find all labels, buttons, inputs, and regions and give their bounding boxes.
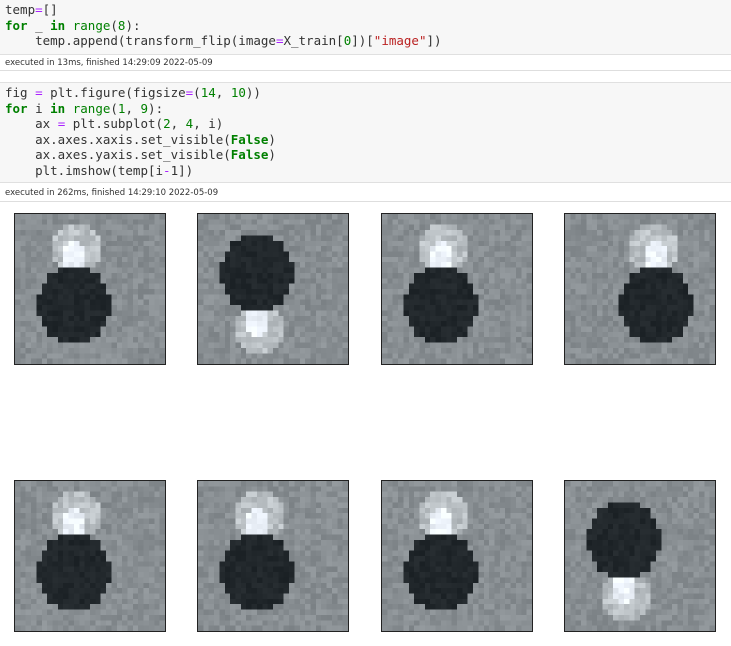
code-token: = [35,85,43,100]
code-token: ): [125,17,141,33]
subplot-image-1 [14,213,166,365]
code-token: )) [245,85,261,100]
code-token: ( [110,100,118,116]
code-token: 10 [230,85,246,100]
code-line: temp.append(transform_flip(image=X_train… [5,33,442,49]
code-line: fig = plt.figure(figsize=(14, 10)) [5,85,261,101]
code-token: ax [5,116,58,131]
code-token: range [72,17,111,33]
code-line: ax.axes.yaxis.set_visible(False) [5,147,276,163]
subplot-image-3 [381,213,533,365]
code-token: ]) [178,162,194,178]
code-token: for [5,17,28,33]
subplot-image-5 [14,480,166,632]
code-token: 9 [140,100,149,116]
code-line: temp=[] [5,2,58,18]
image-canvas [565,481,715,631]
code-token: 1 [170,162,179,178]
code-token: ) [268,147,276,162]
code-token: i [27,100,51,116]
code-token: - [163,162,171,178]
code-line: ax.axes.xaxis.set_visible(False) [5,132,276,148]
code-line: for i in range(1, 9): [5,101,163,117]
code-token: ])[ [351,33,374,48]
execution-info-1: executed in 13ms, finished 14:29:09 2022… [5,58,213,68]
image-canvas [382,214,532,364]
code-token: ): [148,100,164,116]
code-token: ax.axes.yaxis.set_visible( [5,147,231,162]
image-canvas [198,214,348,364]
subplot-image-8 [564,480,716,632]
code-cell-1[interactable]: temp=[] for _ in range(8): temp.append(tr… [0,0,731,55]
code-token: temp [5,2,36,17]
code-token: plt.figure(figsize [42,85,186,100]
code-token: X_train[ [283,33,344,48]
code-token: _ [27,17,51,33]
code-line: for _ in range(8): [5,18,141,34]
code-token: plt.imshow(temp[i [5,162,164,178]
code-token: , [215,85,231,100]
code-token: ( [193,85,201,100]
code-token: [] [42,2,58,17]
code-token: for [5,100,28,116]
subplot-image-6 [197,480,349,632]
image-canvas [565,214,715,364]
code-token: ) [268,131,276,147]
code-line: plt.imshow(temp[i-1]) [5,163,193,179]
code-token: range [72,100,111,116]
code-line: ax = plt.subplot(2, 4, i) [5,116,223,132]
subplot-image-4 [564,213,716,365]
subplot-image-7 [381,480,533,632]
code-token: ax.axes.xaxis.set_visible( [5,131,231,147]
code-token: in [50,100,66,116]
execution-info-2: executed in 262ms, finished 14:29:10 202… [5,188,219,198]
code-token: = [35,2,43,17]
code-token: plt.subplot( [65,116,164,131]
code-token: False [230,147,269,162]
code-token: in [50,17,66,33]
code-token: "image" [373,33,427,48]
code-token: ( [110,17,118,33]
code-token: 14 [200,85,216,100]
subplot-image-2 [197,213,349,365]
code-token: fig [5,85,36,100]
code-token: temp.append(transform_flip(image [5,33,276,48]
image-canvas [198,481,348,631]
image-canvas [382,481,532,631]
code-token: , [170,116,186,131]
code-token: , i) [193,116,224,131]
code-token: ]) [426,33,442,48]
image-canvas [15,481,165,631]
image-canvas [15,214,165,364]
code-cell-2[interactable]: fig = plt.figure(figsize=(14, 10)) for i … [0,82,731,183]
output-divider-2 [0,201,731,202]
code-token: , [125,100,141,116]
code-token: 2 [163,116,171,131]
output-divider-1 [0,70,731,71]
code-token: False [230,131,269,147]
